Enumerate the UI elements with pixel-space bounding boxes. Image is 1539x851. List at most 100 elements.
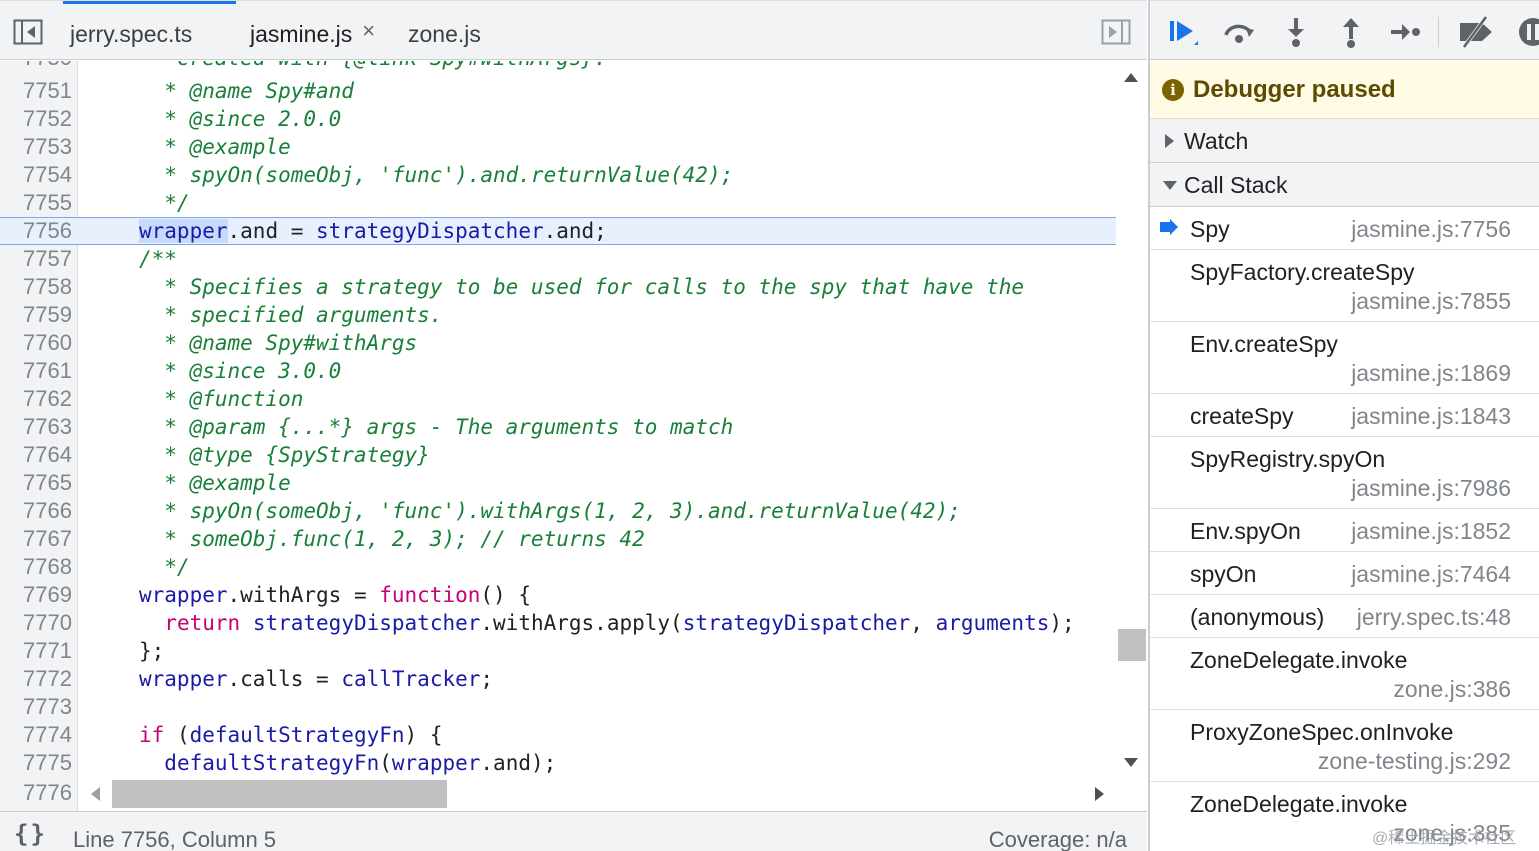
vertical-scroll-thumb[interactable] bbox=[1118, 629, 1146, 661]
call-frame[interactable]: Spy jasmine.js:7756 bbox=[1150, 207, 1539, 250]
call-frame[interactable]: ProxyZoneSpec.onInvoke zone-testing.js:29… bbox=[1150, 710, 1539, 782]
call-frame[interactable]: ZoneDelegate.invoke zone.js:386 bbox=[1150, 638, 1539, 710]
coverage-status[interactable]: Coverage: n/a bbox=[989, 827, 1127, 851]
frame-location[interactable]: jasmine.js:7855 bbox=[1351, 288, 1511, 315]
code-token: * @function bbox=[139, 387, 304, 411]
code-text: wrapper.and = strategyDispatcher.and; bbox=[139, 217, 607, 245]
call-stack-section-header[interactable]: Call Stack bbox=[1150, 163, 1539, 207]
horizontal-scrollbar[interactable] bbox=[78, 778, 1116, 810]
section-label: Call Stack bbox=[1184, 172, 1288, 198]
code-text: * @type {SpyStrategy} bbox=[139, 441, 430, 469]
line-number[interactable]: 7757 bbox=[0, 245, 72, 273]
code-text: return strategyDispatcher.withArgs.apply… bbox=[139, 609, 1074, 637]
frame-location[interactable]: jasmine.js:1852 bbox=[1351, 518, 1511, 545]
frame-location[interactable]: jasmine.js:7464 bbox=[1351, 561, 1511, 588]
step-into-icon[interactable] bbox=[1279, 15, 1313, 49]
line-number[interactable]: 7759 bbox=[0, 301, 72, 329]
line-number[interactable]: 7763 bbox=[0, 413, 72, 441]
code-line: 7757 /** bbox=[0, 245, 1116, 273]
sidebar-right-icon[interactable] bbox=[1101, 19, 1131, 45]
line-number: 7776 bbox=[23, 780, 72, 805]
code-text: wrapper.calls = callTracker; bbox=[139, 665, 493, 693]
code-line: 7770 return strategyDispatcher.withArgs.… bbox=[0, 609, 1116, 637]
call-frame[interactable]: Env.createSpy jasmine.js:1869 bbox=[1150, 322, 1539, 394]
vertical-scrollbar[interactable] bbox=[1116, 61, 1147, 778]
pretty-print-button[interactable]: {} bbox=[14, 820, 47, 848]
frame-location[interactable]: jerry.spec.ts:48 bbox=[1357, 604, 1511, 631]
line-number[interactable]: 7774 bbox=[0, 721, 72, 749]
code-line: 7764 * @type {SpyStrategy} bbox=[0, 441, 1116, 469]
line-number[interactable]: 7758 bbox=[0, 273, 72, 301]
line-number[interactable]: 7760 bbox=[0, 329, 72, 357]
code-token: .and); bbox=[480, 751, 557, 775]
line-number[interactable]: 7756 bbox=[0, 217, 72, 245]
line-number[interactable]: 7770 bbox=[0, 609, 72, 637]
line-number[interactable]: 7765 bbox=[0, 469, 72, 497]
step-out-icon[interactable] bbox=[1334, 15, 1368, 49]
line-number[interactable]: 7755 bbox=[0, 189, 72, 217]
code-line: 7753 * @example bbox=[0, 133, 1116, 161]
line-number[interactable]: 7751 bbox=[0, 77, 72, 105]
frame-location[interactable]: zone.js:386 bbox=[1393, 676, 1511, 703]
line-number[interactable]: 7762 bbox=[0, 385, 72, 413]
call-frame[interactable]: spyOn jasmine.js:7464 bbox=[1150, 552, 1539, 595]
code-token: * @example bbox=[139, 135, 291, 159]
code-token: wrapper bbox=[139, 667, 228, 691]
deactivate-breakpoints-icon[interactable] bbox=[1456, 15, 1492, 49]
scroll-left-arrow-icon[interactable] bbox=[91, 787, 100, 801]
line-number[interactable]: 7761 bbox=[0, 357, 72, 385]
frame-location[interactable]: jasmine.js:1843 bbox=[1351, 403, 1511, 430]
code-token: * @since 3.0.0 bbox=[139, 359, 342, 383]
line-number[interactable]: 7769 bbox=[0, 581, 72, 609]
line-number[interactable]: 7767 bbox=[0, 525, 72, 553]
frame-location[interactable]: jasmine.js:1869 bbox=[1351, 360, 1511, 387]
line-number[interactable]: 7753 bbox=[0, 133, 72, 161]
close-icon[interactable]: × bbox=[362, 20, 375, 42]
frame-location[interactable]: jasmine.js:7986 bbox=[1351, 475, 1511, 502]
current-execution-line: 7756 wrapper.and = strategyDispatcher.and… bbox=[0, 217, 1116, 245]
line-number[interactable]: 7764 bbox=[0, 441, 72, 469]
code-editor[interactable]: 7750 * created with {@link Spy#withArgs}… bbox=[0, 61, 1116, 778]
call-frame[interactable]: SpyFactory.createSpy jasmine.js:7855 bbox=[1150, 250, 1539, 322]
step-icon[interactable] bbox=[1388, 15, 1422, 49]
line-number[interactable]: 7754 bbox=[0, 161, 72, 189]
sidebar-left-icon[interactable] bbox=[13, 19, 43, 45]
call-frame[interactable]: (anonymous) jerry.spec.ts:48 bbox=[1150, 595, 1539, 638]
code-token: strategyDispatcher bbox=[252, 611, 481, 635]
code-token: * spyOn(someObj, 'func').withArgs(1, 2, … bbox=[139, 499, 961, 523]
step-over-icon[interactable] bbox=[1222, 15, 1256, 49]
scroll-up-arrow-icon[interactable] bbox=[1124, 73, 1138, 82]
frame-function-name: ZoneDelegate.invoke bbox=[1190, 647, 1408, 673]
frame-location[interactable]: jasmine.js:7756 bbox=[1351, 216, 1511, 243]
frame-function-name: ProxyZoneSpec.onInvoke bbox=[1190, 719, 1454, 745]
line-number[interactable]: 7752 bbox=[0, 105, 72, 133]
watch-section-header[interactable]: Watch bbox=[1150, 119, 1539, 163]
frame-location[interactable]: zone-testing.js:292 bbox=[1318, 748, 1511, 775]
call-frame[interactable]: createSpy jasmine.js:1843 bbox=[1150, 394, 1539, 437]
tab-jasmine[interactable]: jasmine.js × bbox=[250, 7, 375, 61]
call-frame[interactable]: SpyRegistry.spyOn jasmine.js:7986 bbox=[1150, 437, 1539, 509]
horizontal-scroll-thumb[interactable] bbox=[112, 780, 447, 808]
code-text: * @param {...*} args - The arguments to … bbox=[139, 413, 733, 441]
line-number[interactable]: 7772 bbox=[0, 665, 72, 693]
code-token: defaultStrategyFn bbox=[189, 723, 405, 747]
code-text: * @example bbox=[139, 469, 290, 497]
tab-zone[interactable]: zone.js bbox=[408, 7, 481, 61]
cursor-position: Line 7756, Column 5 bbox=[73, 827, 277, 851]
scroll-right-arrow-icon[interactable] bbox=[1095, 787, 1104, 801]
line-number[interactable]: 7750 bbox=[0, 61, 72, 72]
tab-jerry-spec[interactable]: jerry.spec.ts bbox=[70, 7, 192, 61]
resume-icon[interactable] bbox=[1166, 15, 1200, 49]
pause-on-exceptions-icon[interactable] bbox=[1516, 15, 1539, 49]
line-number[interactable]: 7773 bbox=[0, 693, 72, 721]
line-number[interactable]: 7768 bbox=[0, 553, 72, 581]
line-number[interactable]: 7766 bbox=[0, 497, 72, 525]
line-number[interactable]: 7771 bbox=[0, 637, 72, 665]
tab-label: jasmine.js bbox=[250, 20, 353, 47]
scroll-down-arrow-icon[interactable] bbox=[1124, 758, 1138, 767]
line-number[interactable]: 7775 bbox=[0, 749, 72, 777]
call-frame[interactable]: Env.spyOn jasmine.js:1852 bbox=[1150, 509, 1539, 552]
